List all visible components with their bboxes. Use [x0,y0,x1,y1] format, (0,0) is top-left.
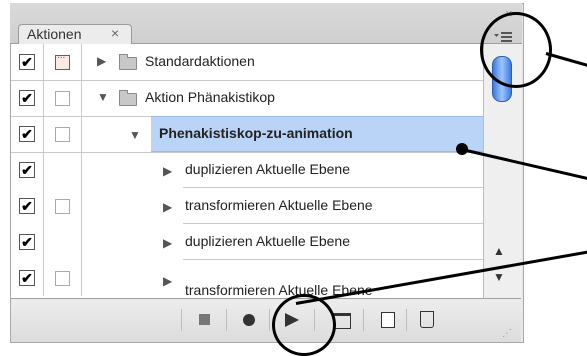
toggle-cell[interactable]: ✔ [11,44,44,80]
actions-list: ✔ ▶ Standardaktionen ✔ ▼ Aktion Phänakis… [11,44,483,298]
resize-grip-icon[interactable]: ⋰ [502,328,512,339]
expand-triangle-icon[interactable]: ▶ [97,54,106,68]
list-item[interactable]: ✔ ▶ transformieren Aktuelle Ebene [11,188,483,224]
action-set-label: Aktion Phänakistikop [145,89,275,105]
dialog-toggle-cell[interactable] [43,44,82,80]
expand-triangle-icon[interactable]: ▶ [163,236,172,250]
checkbox[interactable]: ✔ [19,198,35,214]
trash-icon[interactable] [420,311,434,328]
expand-triangle-icon[interactable]: ▶ [163,164,172,178]
scroll-down-icon[interactable]: ▼ [493,270,505,284]
tab-aktionen[interactable]: Aktionen × [18,24,132,45]
toolbar-divider [226,309,227,331]
list-item[interactable]: ✔ ▼ Aktion Phänakistikop [11,80,483,117]
toolbar-divider [181,309,182,331]
checkbox[interactable]: ✔ [19,270,35,286]
annotation-circle-menu [480,12,552,88]
toggle-cell[interactable]: ✔ [11,152,44,188]
dialog-toggle-icon[interactable] [55,50,70,70]
dialog-toggle-icon[interactable] [55,91,70,106]
folder-icon [119,90,137,106]
annotation-line [545,52,587,69]
checkbox[interactable]: ✔ [19,90,35,106]
checkbox[interactable]: ✔ [19,234,35,250]
dialog-toggle-cell[interactable] [43,80,82,116]
dialog-toggle-cell[interactable] [43,188,82,224]
new-action-icon[interactable] [381,312,395,328]
collapse-triangle-icon[interactable]: ▼ [129,128,141,142]
record-icon[interactable] [243,314,255,326]
tab-close-icon[interactable]: × [111,25,119,41]
scroll-up-icon[interactable]: ▲ [493,244,505,258]
list-item[interactable]: ✔ ▶ duplizieren Aktuelle Ebene [11,224,483,260]
command-label: duplizieren Aktuelle Ebene [185,161,351,177]
tab-label: Aktionen [27,26,82,42]
folder-icon [119,54,137,70]
command-label: duplizieren Aktuelle Ebene [185,233,351,249]
list-item[interactable]: ✔ ▶ Standardaktionen [11,44,483,81]
toggle-cell[interactable]: ✔ [11,224,44,260]
dialog-toggle-cell[interactable] [43,260,82,296]
toggle-cell[interactable]: ✔ [11,80,44,116]
list-item[interactable]: ✔ ▶ transformieren Aktuelle Ebene [11,260,483,298]
command-label: transformieren Aktuelle Ebene [185,197,373,213]
panel-toolbar: ⋰ [11,298,521,342]
dialog-toggle-cell [43,224,82,260]
dialog-toggle-icon[interactable] [55,271,70,286]
checkbox[interactable]: ✔ [19,54,35,70]
toolbar-divider [406,309,407,331]
dialog-toggle-cell[interactable] [43,116,82,152]
toggle-cell[interactable]: ✔ [11,188,44,224]
collapse-triangle-icon[interactable]: ▼ [97,90,109,104]
expand-triangle-icon[interactable]: ▶ [163,200,172,214]
toggle-cell[interactable]: ✔ [11,116,44,152]
checkbox[interactable]: ✔ [19,126,35,142]
list-item[interactable]: ✔ ▶ duplizieren Aktuelle Ebene [11,152,483,188]
action-label: Phenakistiskop-zu-animation [159,125,353,141]
toolbar-divider [363,309,364,331]
toolbar-divider [269,309,270,331]
checkbox[interactable]: ✔ [19,162,35,178]
list-item[interactable]: ✔ ▼ Phenakistiskop-zu-animation [11,116,483,153]
toggle-cell[interactable]: ✔ [11,260,44,296]
action-set-label: Standardaktionen [145,53,255,69]
expand-triangle-icon[interactable]: ▶ [163,274,172,288]
stop-icon[interactable] [199,314,210,325]
dialog-toggle-icon[interactable] [55,199,70,214]
dialog-toggle-cell [43,152,82,188]
dialog-toggle-icon[interactable] [55,127,70,142]
